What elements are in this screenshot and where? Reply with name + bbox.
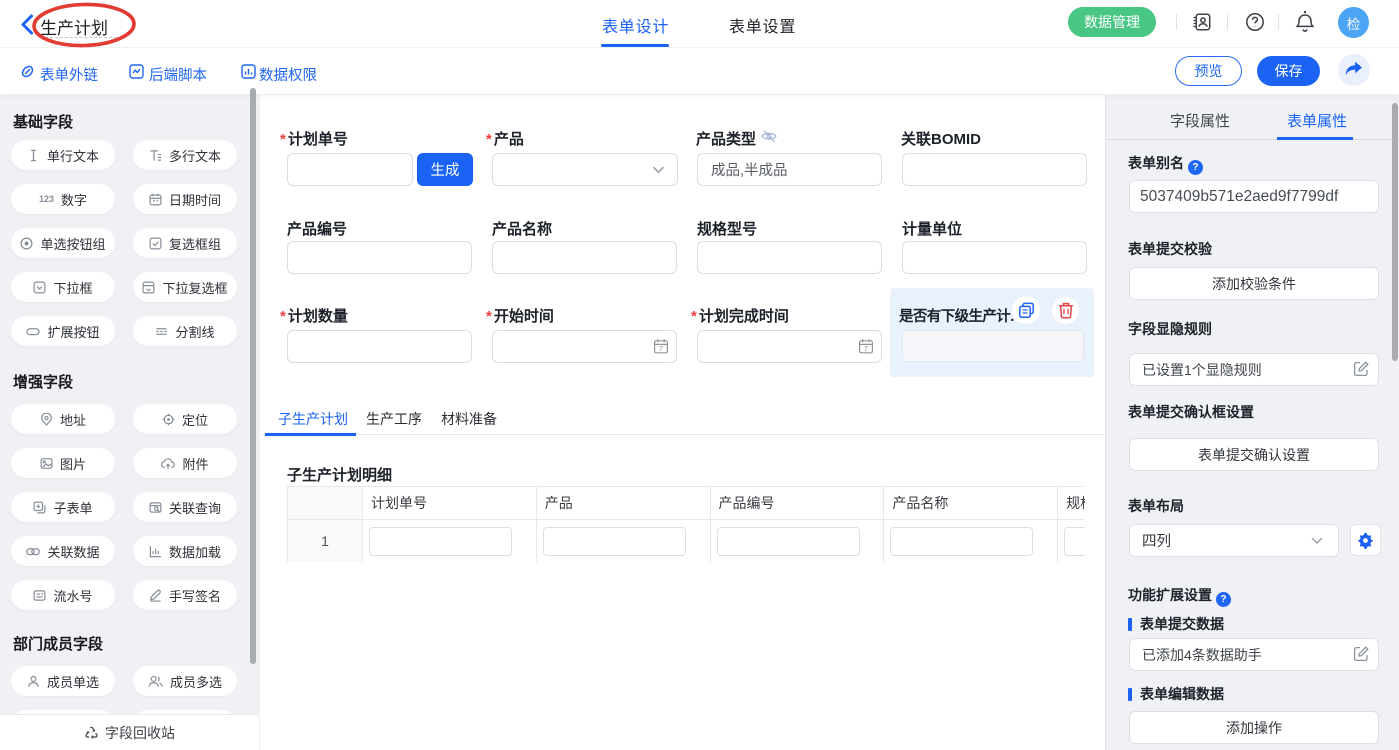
svg-text:7: 7 xyxy=(864,344,868,353)
svg-text:7: 7 xyxy=(659,344,663,353)
